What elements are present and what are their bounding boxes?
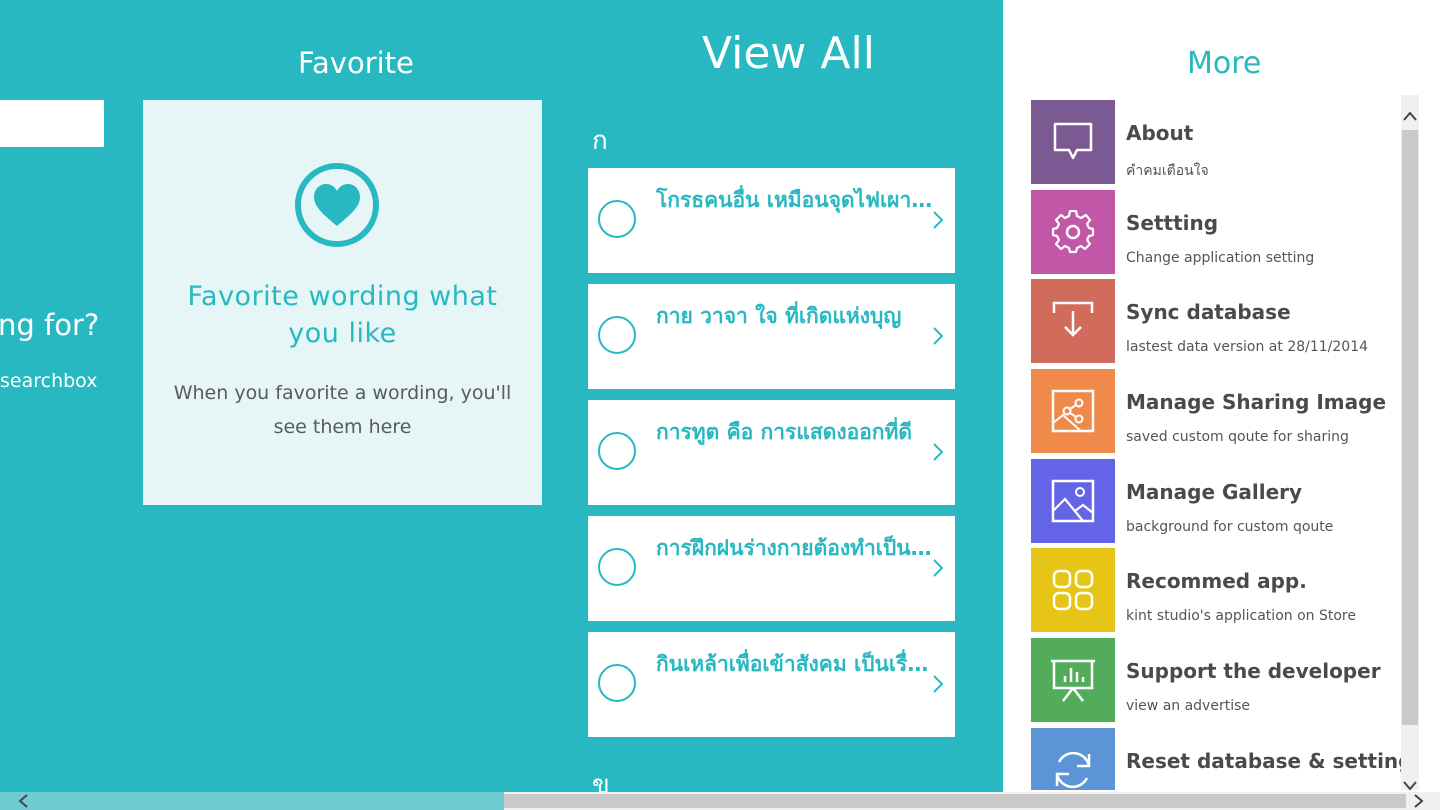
chevron-right-icon	[933, 559, 944, 577]
heart-icon	[295, 163, 379, 247]
more-item-subtitle: Change application setting	[1126, 249, 1315, 266]
more-item-label: Recommed app.	[1126, 569, 1307, 594]
more-tile	[1031, 458, 1115, 543]
more-panel: More About คำคมเตือนใจ Settting Change a…	[1003, 0, 1440, 810]
wording-list: โกรธคนอื่น เหมือนจุดไฟเผาตัวเอง กาย วาจา…	[588, 168, 955, 748]
more-item-label: About	[1126, 121, 1194, 145]
more-item-label: Reset database & setting	[1126, 748, 1401, 773]
chevron-right-icon	[933, 211, 944, 229]
more-tile	[1031, 279, 1115, 364]
more-item-subtitle: kint studio's application on Store	[1126, 608, 1356, 625]
view-all-section-title[interactable]: View All	[702, 28, 875, 79]
refresh-icon	[1055, 751, 1091, 788]
favorite-empty-description: When you favorite a wording, you'll see …	[173, 382, 512, 438]
more-tile	[1031, 638, 1115, 723]
more-tile	[1031, 548, 1115, 633]
list-item[interactable]: โกรธคนอื่น เหมือนจุดไฟเผาตัวเอง	[588, 168, 955, 273]
item-circle-icon	[598, 200, 636, 238]
more-item-manage-sharing-image[interactable]: Manage Sharing Image saved custom qoute …	[1031, 369, 1401, 454]
more-item-label: Manage Sharing Image	[1126, 390, 1387, 415]
list-item-text: โกรธคนอื่น เหมือนจุดไฟเผาตัวเอง	[656, 188, 936, 212]
search-hint-title: ng for?	[0, 308, 100, 342]
scroll-up-arrow-icon[interactable]	[1401, 106, 1419, 126]
item-circle-icon	[598, 432, 636, 470]
more-item-subtitle: คำคมเตือนใจ	[1126, 163, 1209, 179]
list-item[interactable]: การฝึกฝนร่างกายต้องทำเป็นประจำ	[588, 516, 955, 621]
search-hint-subtitle: searchbox	[0, 370, 98, 392]
favorite-empty-heading: Favorite wording what you like	[187, 281, 498, 349]
more-item-subtitle: lastest data version at 28/11/2014	[1126, 339, 1369, 356]
more-item-label: Sync database	[1126, 300, 1291, 325]
more-tile	[1031, 100, 1115, 184]
item-circle-icon	[598, 316, 636, 354]
item-circle-icon	[598, 664, 636, 702]
more-item-manage-gallery[interactable]: Manage Gallery background for custom qou…	[1031, 458, 1401, 543]
chevron-right-icon	[933, 443, 944, 461]
list-item[interactable]: กาย วาจา ใจ ที่เกิดแห่งบุญ	[588, 284, 955, 389]
presentation-chart-icon	[1051, 659, 1095, 702]
more-item-subtitle: saved custom qoute for sharing	[1126, 429, 1349, 446]
more-item-reset-database[interactable]: Reset database & setting	[1031, 727, 1401, 790]
more-tile	[1031, 189, 1115, 274]
download-icon	[1052, 302, 1094, 338]
list-item-text: กินเหล้าเพื่อเข้าสังคม เป็นเรื่องเสีย	[656, 652, 936, 676]
vertical-scrollbar-thumb[interactable]	[1402, 130, 1418, 725]
more-item-support-developer[interactable]: Support the developer view an advertise	[1031, 638, 1401, 723]
speech-bubble-icon	[1053, 122, 1093, 160]
list-item-text: การทูต คือ การแสดงออกที่ดี	[656, 420, 912, 444]
favorite-empty-card: Favorite wording what you like When you …	[143, 100, 542, 505]
list-item[interactable]: การทูต คือ การแสดงออกที่ดี	[588, 400, 955, 505]
more-item-about[interactable]: About คำคมเตือนใจ	[1031, 100, 1401, 184]
group-header[interactable]: ก	[592, 120, 608, 161]
more-item-setting[interactable]: Settting Change application setting	[1031, 189, 1401, 274]
gear-icon	[1051, 209, 1095, 253]
more-item-label: Manage Gallery	[1126, 479, 1303, 504]
scroll-right-arrow-icon[interactable]	[1408, 792, 1428, 810]
more-section-title[interactable]: More	[1187, 46, 1261, 81]
more-item-recommend-app[interactable]: Recommed app. kint studio's application …	[1031, 548, 1401, 633]
item-circle-icon	[598, 548, 636, 586]
list-item[interactable]: กินเหล้าเพื่อเข้าสังคม เป็นเรื่องเสีย	[588, 632, 955, 737]
apps-grid-icon	[1052, 570, 1094, 611]
chevron-right-icon	[933, 675, 944, 693]
more-item-subtitle: view an advertise	[1126, 698, 1250, 715]
list-item-text: กาย วาจา ใจ ที่เกิดแห่งบุญ	[656, 304, 902, 328]
search-input[interactable]	[0, 100, 104, 147]
scroll-left-arrow-icon[interactable]	[14, 792, 34, 810]
chevron-right-icon	[933, 327, 944, 345]
more-item-label: Settting	[1126, 210, 1219, 235]
horizontal-scrollbar-track-left	[0, 792, 504, 810]
more-item-sync-database[interactable]: Sync database lastest data version at 28…	[1031, 279, 1401, 364]
list-item-text: การฝึกฝนร่างกายต้องทำเป็นประจำ	[656, 536, 936, 560]
favorite-section-title[interactable]: Favorite	[298, 46, 414, 80]
more-item-label: Support the developer	[1126, 659, 1381, 684]
image-icon	[1051, 479, 1095, 522]
more-menu-list: About คำคมเตือนใจ Settting Change applic…	[1031, 100, 1401, 790]
more-item-subtitle: background for custom qoute	[1126, 518, 1334, 535]
more-tile	[1031, 369, 1115, 454]
more-tile	[1031, 727, 1115, 790]
share-image-icon	[1051, 389, 1095, 433]
horizontal-scrollbar-thumb[interactable]	[504, 794, 1406, 808]
